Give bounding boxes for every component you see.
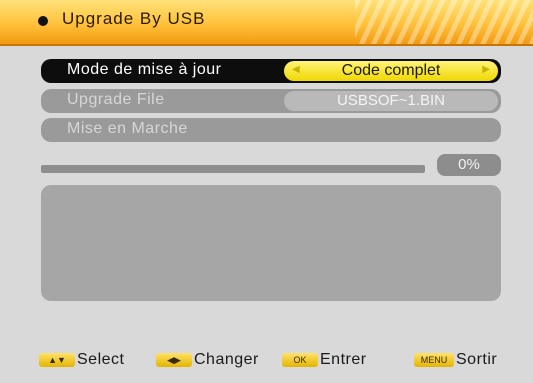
footer-enter-label: Entrer [320,351,367,368]
update-mode-label: Mode de mise à jour [67,61,222,78]
upgrade-file-row[interactable]: Upgrade File USBSOF~1.BIN [41,89,501,113]
start-label: Mise en Marche [67,120,188,137]
header-decoration [355,0,533,44]
update-mode-selector[interactable]: ◀ Code complet ▶ [284,61,498,81]
footer-change[interactable]: ◀▶ Changer [156,349,259,371]
bullet-icon [38,16,48,26]
footer-select-label: Select [77,351,125,368]
progress-bar [41,165,425,173]
arrow-right-icon[interactable]: ▶ [482,64,490,75]
header-bar: Upgrade By USB [0,0,533,46]
footer-exit[interactable]: MENU Sortir [414,349,497,371]
footer-select[interactable]: ▲▼ Select [39,349,124,371]
page-title: Upgrade By USB [62,9,206,28]
footer-bar: ▲▼ Select ◀▶ Changer OK Entrer MENU Sort… [0,349,533,379]
upgrade-file-selector[interactable]: USBSOF~1.BIN [284,91,498,111]
upgrade-file-label: Upgrade File [67,91,165,108]
footer-exit-label: Sortir [456,351,498,368]
ok-key-icon: OK [282,353,318,367]
menu-key-icon: MENU [414,353,454,367]
update-mode-value: Code complet [341,62,441,79]
info-panel [41,185,501,301]
progress-percent: 0% [437,154,501,176]
footer-enter[interactable]: OK Entrer [282,349,367,371]
up-down-icon: ▲▼ [39,353,75,367]
upgrade-file-value: USBSOF~1.BIN [337,92,445,109]
footer-change-label: Changer [194,351,259,368]
left-right-icon: ◀▶ [156,353,192,367]
update-mode-row[interactable]: Mode de mise à jour ◀ Code complet ▶ [41,59,501,83]
start-row[interactable]: Mise en Marche [41,118,501,142]
